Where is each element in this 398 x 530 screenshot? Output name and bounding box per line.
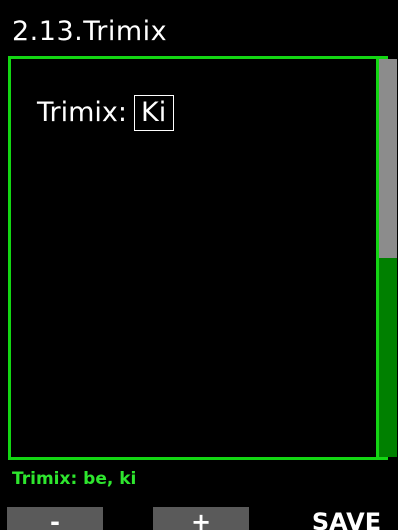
plus-button[interactable]: + bbox=[153, 507, 249, 530]
trimix-setting-label: Trimix: bbox=[37, 97, 128, 128]
settings-panel: Trimix: Ki bbox=[8, 56, 397, 460]
scrollbar-thumb[interactable] bbox=[379, 59, 397, 258]
trimix-setting-row[interactable]: Trimix: Ki bbox=[37, 95, 175, 131]
settings-content: Trimix: Ki bbox=[11, 59, 373, 457]
status-line: Trimix: be, ki bbox=[12, 469, 137, 489]
trimix-setting-value-field[interactable]: Ki bbox=[134, 95, 175, 131]
screen-title: 2.13.Trimix bbox=[12, 16, 168, 47]
minus-button[interactable]: - bbox=[7, 507, 103, 530]
scrollbar[interactable] bbox=[376, 59, 397, 457]
save-button[interactable]: SAVE bbox=[302, 507, 391, 530]
